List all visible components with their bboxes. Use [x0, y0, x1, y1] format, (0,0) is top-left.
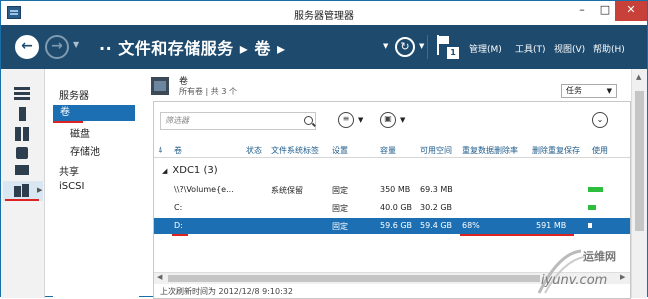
- scroll-up-icon[interactable]: ▲: [636, 73, 641, 81]
- breadcrumb[interactable]: ·· 文件和存储服务 ▸ 卷 ▸: [99, 35, 286, 59]
- usage-bar: [588, 223, 592, 228]
- column-usage[interactable]: 使用: [592, 145, 608, 156]
- filter-input[interactable]: 筛选器: [160, 112, 316, 130]
- annotation-underline: [5, 199, 39, 201]
- annotation-underline: [172, 234, 188, 236]
- column-capacity[interactable]: 容量: [380, 145, 396, 156]
- column-status[interactable]: 状态: [246, 145, 262, 156]
- header-divider: [427, 35, 428, 59]
- ad-ds-icon[interactable]: [14, 145, 30, 159]
- chevron-down-icon[interactable]: ▼: [358, 116, 363, 124]
- local-server-icon[interactable]: [14, 107, 30, 121]
- back-button[interactable]: ←: [15, 35, 39, 59]
- list-options-button[interactable]: ≡: [338, 112, 354, 128]
- cell-setting: 固定: [332, 186, 348, 195]
- cell-volume: C:: [174, 203, 183, 212]
- column-dedup-rate[interactable]: 重复数据删除率: [462, 145, 518, 156]
- chevron-down-icon: ▼: [606, 87, 612, 95]
- scrollbar-thumb[interactable]: [168, 275, 540, 282]
- cell-volume: \\?\Volume{e...: [174, 185, 234, 194]
- column-fs-label[interactable]: 文件系统标签: [271, 145, 319, 156]
- cell-volume: D:: [174, 221, 183, 230]
- subnav-item-disks[interactable]: 磁盘: [70, 125, 90, 140]
- menu-tools[interactable]: 工具(T): [515, 42, 546, 55]
- cell-capacity: 350 MB: [380, 185, 411, 194]
- title-bar: 服务器管理器 – □ ✕: [1, 1, 647, 25]
- cell-dedup-saved: 591 MB: [536, 221, 567, 230]
- menu-view[interactable]: 视图(V): [554, 42, 585, 55]
- menu-help[interactable]: 帮助(H): [593, 42, 625, 55]
- forward-button[interactable]: →: [45, 35, 69, 59]
- cell-free-space: 69.3 MB: [420, 185, 453, 194]
- group-label: XDC1 (3): [172, 165, 218, 176]
- cell-dedup-rate: 68%: [462, 221, 480, 230]
- column-volume[interactable]: 卷: [174, 145, 182, 156]
- table-header: ⍋ 卷 状态 文件系统标签 设置 容量 可用空间 重复数据删除率 删除重复保存 …: [154, 142, 630, 158]
- column-setting[interactable]: 设置: [332, 145, 348, 156]
- file-storage-icon[interactable]: [14, 184, 30, 198]
- expand-triangle-icon[interactable]: ▶: [37, 186, 42, 194]
- watermark-url: iyunv.com: [541, 273, 608, 288]
- cell-capacity: 40.0 GB: [380, 203, 413, 212]
- collapse-button[interactable]: ⌄: [592, 112, 608, 128]
- section-subtitle: 所有卷 | 共 3 个: [179, 87, 237, 96]
- history-dropdown-icon[interactable]: ▼: [73, 40, 79, 49]
- subnav-item-shares[interactable]: 共享: [59, 163, 79, 178]
- chevron-down-icon[interactable]: ▼: [400, 116, 405, 124]
- cell-setting: 固定: [332, 222, 348, 231]
- cell-capacity: 59.6 GB: [380, 221, 413, 230]
- usage-bar: [588, 205, 596, 210]
- sub-navigation: 服务器 卷 磁盘 存储池 共享 iSCSI: [53, 69, 139, 298]
- window-title: 服务器管理器: [294, 11, 354, 22]
- server-manager-window: 服务器管理器 – □ ✕ ← → ▼ ·· 文件和存储服务 ▸ 卷 ▸ ↻ ▼ …: [0, 0, 648, 299]
- usage-bar: [588, 187, 603, 192]
- watermark: 运维网 iyunv.com: [529, 243, 648, 298]
- left-navigation: ▶: [1, 69, 45, 298]
- close-button[interactable]: ✕: [615, 1, 647, 21]
- table-row[interactable]: \\?\Volume{e... 系统保留 固定 350 MB 69.3 MB: [154, 182, 630, 198]
- all-servers-icon[interactable]: [14, 127, 30, 141]
- cell-fs-label: 系统保留: [271, 186, 303, 195]
- menu-manage[interactable]: 管理(M): [469, 42, 502, 55]
- last-refresh-text: 上次刷新时间为 2012/12/8 9:10:32: [160, 287, 293, 296]
- volume-icon: [151, 77, 169, 95]
- scroll-left-icon[interactable]: ◀: [157, 273, 162, 281]
- dashboard-icon[interactable]: [14, 87, 30, 101]
- refresh-dropdown-icon[interactable]: ▼: [383, 42, 388, 50]
- dns-icon[interactable]: [14, 163, 30, 177]
- cell-free-space: 59.4 GB: [420, 221, 453, 230]
- maximize-button[interactable]: □: [594, 1, 616, 21]
- server-group[interactable]: ◢ XDC1 (3): [162, 165, 218, 176]
- chevron-down-icon[interactable]: ▼: [419, 42, 424, 50]
- annotation-underline: [460, 234, 574, 236]
- annotation-underline: [53, 121, 83, 123]
- sort-icon: ⍋: [158, 145, 163, 154]
- subnav-item-storage-pools[interactable]: 存储池: [70, 143, 100, 158]
- expand-triangle-icon: ◢: [162, 167, 168, 175]
- notification-count-badge: 1: [447, 47, 459, 59]
- save-query-button[interactable]: ▣: [380, 112, 396, 128]
- header-bar: ← → ▼ ·· 文件和存储服务 ▸ 卷 ▸ ↻ ▼ ▼ 1 管理(M) 工具(…: [1, 25, 647, 69]
- watermark-brand: 运维网: [583, 250, 616, 263]
- refresh-button[interactable]: ↻: [395, 37, 415, 57]
- tasks-label: 任务: [566, 86, 582, 95]
- cell-free-space: 30.2 GB: [420, 203, 453, 212]
- subnav-item-volumes[interactable]: 卷: [53, 105, 135, 121]
- table-row-selected[interactable]: D: 固定 59.6 GB 59.4 GB 68% 591 MB: [154, 218, 630, 234]
- subnav-item-servers[interactable]: 服务器: [59, 87, 89, 102]
- column-dedup-saved[interactable]: 删除重复保存: [532, 145, 580, 156]
- minimize-button[interactable]: –: [571, 1, 593, 21]
- subnav-item-iscsi[interactable]: iSCSI: [59, 181, 84, 192]
- scrollbar-thumb[interactable]: [635, 91, 644, 231]
- table-row[interactable]: C: 固定 40.0 GB 30.2 GB: [154, 200, 630, 216]
- search-icon[interactable]: [304, 116, 313, 125]
- column-free-space[interactable]: 可用空间: [420, 145, 452, 156]
- tasks-dropdown[interactable]: 任务 ▼: [561, 84, 617, 98]
- cell-setting: 固定: [332, 204, 348, 213]
